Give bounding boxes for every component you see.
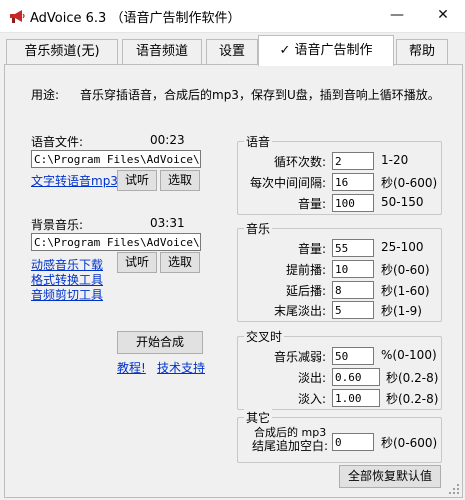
title-bar: AdVoice 6.3 （语音广告制作软件） — ✕ <box>0 0 465 33</box>
voice-file-path-input[interactable]: C:\Program Files\AdVoice\mu <box>31 150 201 168</box>
tts-link[interactable]: 文字转语音mp3 <box>31 172 118 189</box>
interval-input[interactable]: 16 <box>332 173 374 191</box>
music-volume-label: 音量: <box>297 242 326 256</box>
post-play-label: 延后播: <box>285 284 326 298</box>
fade-in-range: 秒(0.2-8) <box>386 392 439 406</box>
minimize-button[interactable]: — <box>375 0 419 30</box>
fade-in-label: 淡入: <box>297 392 326 406</box>
music-duck-input[interactable]: 50 <box>332 347 374 365</box>
fade-out-label: 淡出: <box>297 371 326 385</box>
loop-count-label: 循环次数: <box>273 155 326 169</box>
post-play-input[interactable]: 8 <box>332 281 374 299</box>
pre-play-input[interactable]: 10 <box>332 260 374 278</box>
fade-out-end-label: 末尾淡出: <box>273 304 326 318</box>
music-settings-group: 音乐 音量: 55 25-100 提前播: 10 秒(0-60) 延后播: 8 … <box>237 220 442 322</box>
music-select-button[interactable]: 选取 <box>160 252 200 273</box>
other-settings-group: 其它 合成后的 mp3 结尾追加空白: 0 秒(0-600) <box>237 409 442 463</box>
fade-out-range: 秒(0.2-8) <box>386 371 439 385</box>
loop-count-input[interactable]: 2 <box>332 152 374 170</box>
bg-music-duration: 03:31 <box>150 216 185 230</box>
close-button[interactable]: ✕ <box>421 0 465 30</box>
music-volume-range: 25-100 <box>381 240 424 254</box>
voice-group-title: 语音 <box>244 133 273 150</box>
append-silence-range: 秒(0-600) <box>381 436 438 450</box>
usage-label: 用途: <box>31 88 60 102</box>
tab-voice-ad-maker[interactable]: ✓ 语音广告制作 <box>258 35 394 66</box>
audio-cut-link[interactable]: 音频剪切工具 <box>31 286 103 303</box>
resize-grip-icon[interactable] <box>448 483 460 495</box>
voice-volume-input[interactable]: 100 <box>332 194 374 212</box>
interval-label: 每次中间间隔: <box>249 176 326 190</box>
fade-in-input[interactable]: 1.00 <box>332 389 380 407</box>
tab-bar: 音乐频道(无) 语音频道 设置 ✓ 语音广告制作 帮助 <box>0 35 465 66</box>
voice-settings-group: 语音 循环次数: 2 1-20 每次中间间隔: 16 秒(0-600) 音量: … <box>237 133 442 215</box>
bg-music-label: 背景音乐: <box>31 218 84 232</box>
loop-count-range: 1-20 <box>381 153 409 167</box>
start-compose-button[interactable]: 开始合成 <box>117 331 203 354</box>
support-link[interactable]: 技术支持 <box>157 359 205 376</box>
tutorial-link[interactable]: 教程! <box>117 359 146 376</box>
window-title: AdVoice 6.3 （语音广告制作软件） <box>30 11 241 26</box>
music-listen-button[interactable]: 试听 <box>117 252 157 273</box>
music-duck-label: 音乐减弱: <box>273 350 326 364</box>
crossfade-settings-group: 交叉时 音乐减弱: 50 %(0-100) 淡出: 0.60 秒(0.2-8) … <box>237 328 442 410</box>
crossfade-group-title: 交叉时 <box>244 328 285 345</box>
voice-volume-range: 50-150 <box>381 195 424 209</box>
music-volume-input[interactable]: 55 <box>332 239 374 257</box>
voice-file-label: 语音文件: <box>31 135 84 149</box>
tab-settings[interactable]: 设置 <box>206 39 258 64</box>
main-panel: 用途: 音乐穿插语音，合成后的mp3，保存到U盘，插到音响上循环播放。 语音文件… <box>4 64 463 498</box>
voice-select-button[interactable]: 选取 <box>160 170 200 191</box>
tab-help[interactable]: 帮助 <box>396 39 448 64</box>
megaphone-icon <box>10 10 25 23</box>
append-silence-input[interactable]: 0 <box>332 433 374 451</box>
voice-listen-button[interactable]: 试听 <box>117 170 157 191</box>
voice-volume-label: 音量: <box>297 197 326 211</box>
fade-out-end-range: 秒(1-9) <box>381 304 422 318</box>
tab-music-channel[interactable]: 音乐频道(无) <box>6 39 118 64</box>
voice-file-duration: 00:23 <box>150 133 185 147</box>
pre-play-range: 秒(0-60) <box>381 263 430 277</box>
fade-out-input[interactable]: 0.60 <box>332 368 380 386</box>
pre-play-label: 提前播: <box>285 263 326 277</box>
music-group-title: 音乐 <box>244 220 273 237</box>
post-play-range: 秒(1-60) <box>381 284 430 298</box>
append-silence-label-line2: 结尾追加空白: <box>252 439 329 453</box>
interval-range: 秒(0-600) <box>381 176 438 190</box>
usage-text: 音乐穿插语音，合成后的mp3，保存到U盘，插到音响上循环播放。 <box>80 88 440 102</box>
reset-defaults-button[interactable]: 全部恢复默认值 <box>339 465 441 488</box>
tab-voice-channel[interactable]: 语音频道 <box>122 39 202 64</box>
fade-out-end-input[interactable]: 5 <box>332 301 374 319</box>
music-duck-range: %(0-100) <box>381 348 437 362</box>
bg-music-path-input[interactable]: C:\Program Files\AdVoice\mu <box>31 233 201 251</box>
